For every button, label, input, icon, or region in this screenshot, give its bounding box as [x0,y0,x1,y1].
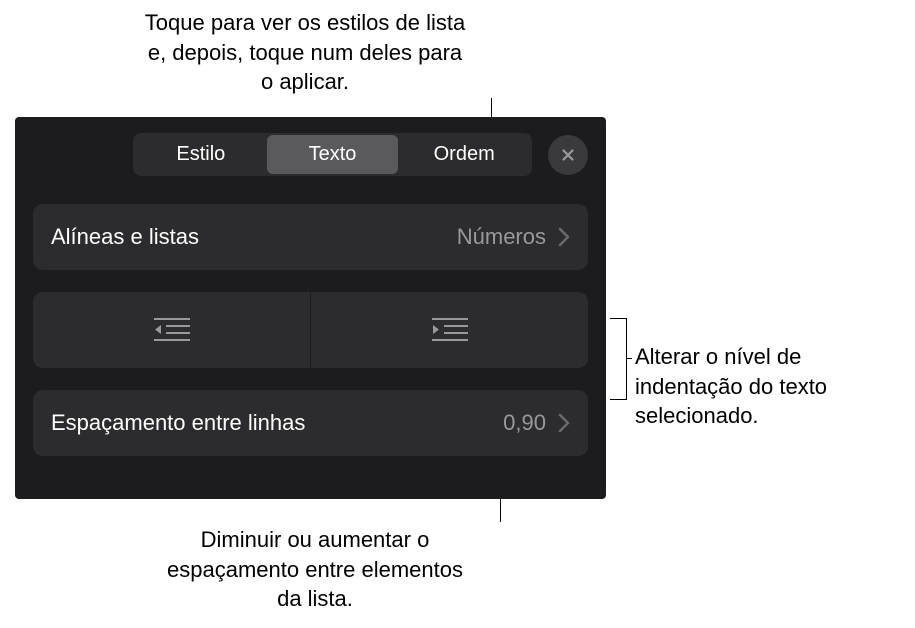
chevron-right-icon [558,227,570,247]
close-button[interactable] [548,135,588,175]
line-spacing-row[interactable]: Espaçamento entre linhas 0,90 [33,390,588,456]
callout-indentation: Alterar o nível de indentação do texto s… [635,342,910,431]
indentation-controls [33,292,588,368]
indent-icon [432,317,468,343]
bullets-lists-row[interactable]: Alíneas e listas Números [33,204,588,270]
callout-list-styles: Toque para ver os estilos de lista e, de… [140,8,470,97]
format-panel: Estilo Texto Ordem Alíneas e listas Núme… [15,117,606,499]
line-spacing-label: Espaçamento entre linhas [51,410,503,436]
indent-button[interactable] [311,292,588,368]
tab-text[interactable]: Texto [267,135,399,174]
segmented-control-container: Estilo Texto Ordem [33,133,588,176]
outdent-button[interactable] [33,292,310,368]
tab-group: Estilo Texto Ordem [133,133,532,176]
callout-bracket-line [626,358,632,359]
line-spacing-value: 0,90 [503,410,546,436]
tab-style[interactable]: Estilo [135,135,267,174]
bullets-lists-value: Números [457,224,546,250]
callout-spacing: Diminuir ou aumentar o espaçamento entre… [160,525,470,614]
bullets-lists-label: Alíneas e listas [51,224,457,250]
outdent-icon [154,317,190,343]
tab-order[interactable]: Ordem [398,135,530,174]
chevron-right-icon [558,413,570,433]
close-icon [559,146,577,164]
callout-bracket [610,318,626,398]
